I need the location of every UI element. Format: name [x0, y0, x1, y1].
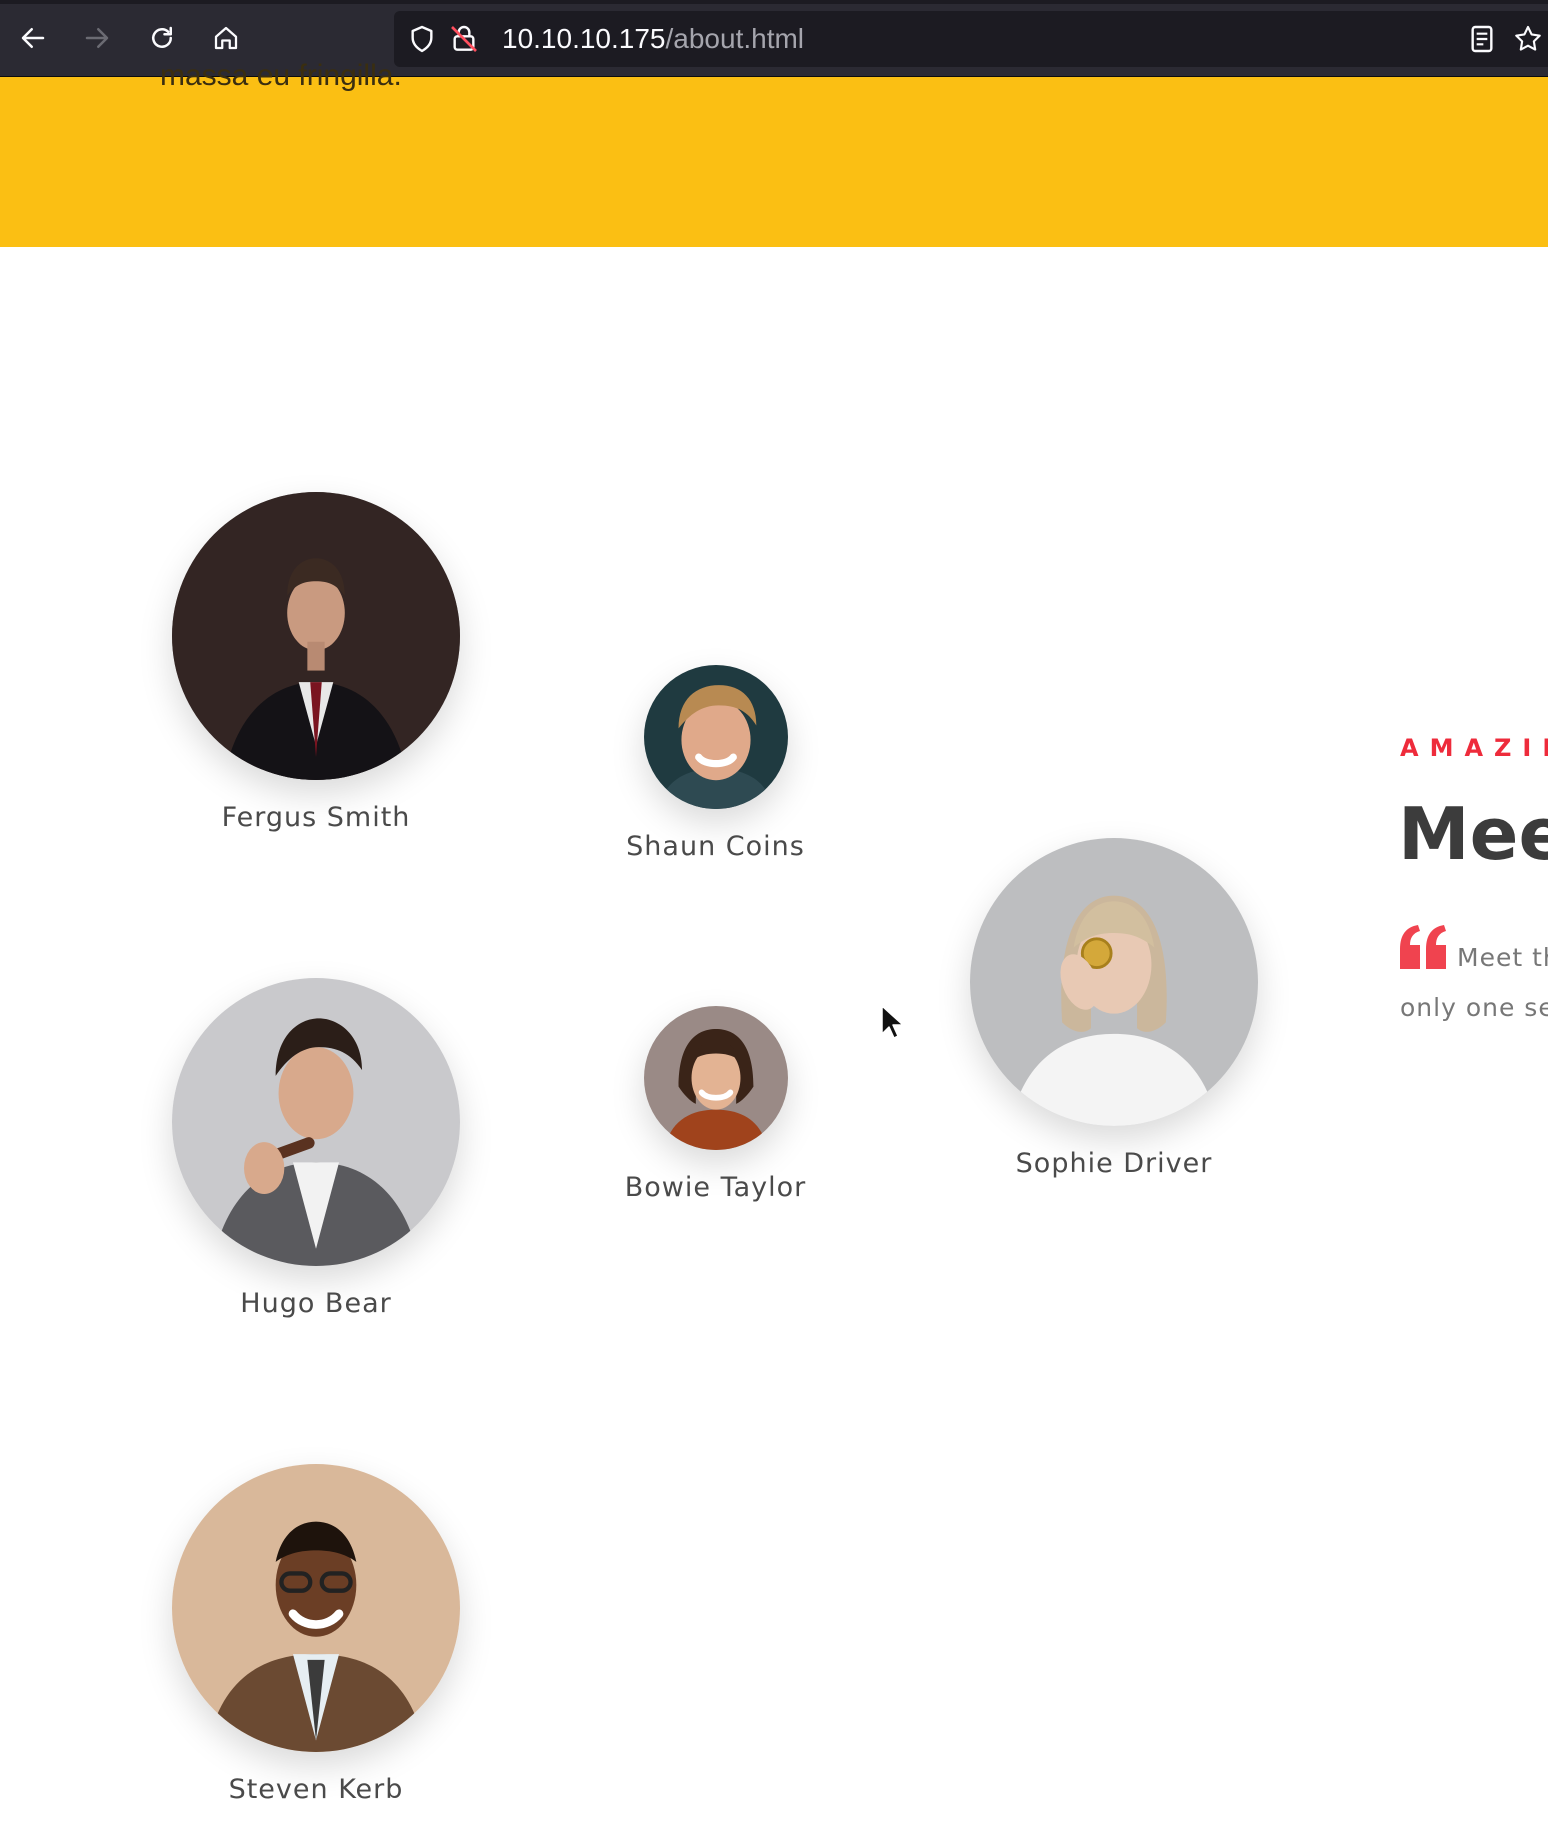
arrow-right-icon [85, 28, 109, 48]
team-member-shaun[interactable]: Shaun Coins [603, 665, 828, 862]
shield-icon[interactable] [406, 23, 438, 55]
team-member-sophie[interactable]: Sophie Driver [970, 838, 1258, 1179]
quote-text-line-1: Meet th [1457, 943, 1548, 972]
forward-button[interactable] [77, 18, 117, 58]
mouse-cursor-icon [881, 1005, 904, 1039]
reload-icon [152, 26, 172, 48]
url-text[interactable]: 10.10.10.175/about.html [502, 21, 804, 57]
team-member-steven[interactable]: Steven Kerb [172, 1464, 460, 1805]
avatar[interactable] [172, 1464, 460, 1752]
insecure-lock-icon[interactable] [448, 23, 480, 55]
team-member-bowie[interactable]: Bowie Taylor [603, 1006, 828, 1203]
url-bar[interactable]: 10.10.10.175/about.html [394, 11, 1548, 67]
arrow-left-icon [21, 28, 45, 48]
portrait-photo-icon [172, 978, 460, 1266]
reader-view-icon[interactable] [1466, 23, 1498, 55]
portrait-photo-icon [172, 492, 460, 780]
back-button[interactable] [13, 18, 53, 58]
avatar[interactable] [643, 665, 788, 809]
home-button[interactable] [206, 18, 246, 58]
member-name: Sophie Driver [1015, 1148, 1213, 1179]
quote-text-line-2: only one sec [1400, 993, 1548, 1022]
url-path: /about.html [665, 23, 805, 54]
avatar[interactable] [172, 978, 460, 1266]
member-name: Bowie Taylor [624, 1172, 807, 1203]
avatar[interactable] [172, 492, 460, 780]
member-name: Fergus Smith [221, 802, 411, 833]
portrait-photo-icon [970, 838, 1258, 1126]
section-headline: Meet [1398, 792, 1548, 876]
banner-text: massa eu fringilla. [160, 59, 402, 92]
portrait-photo-icon [172, 1464, 460, 1752]
member-name: Hugo Bear [240, 1288, 392, 1319]
reload-button[interactable] [142, 18, 182, 58]
bookmark-star-icon[interactable] [1512, 23, 1544, 55]
member-name: Shaun Coins [626, 831, 805, 862]
avatar[interactable] [970, 838, 1258, 1126]
home-icon [214, 26, 238, 50]
toolbar-top-strip [0, 0, 1548, 4]
team-member-fergus[interactable]: Fergus Smith [172, 492, 460, 833]
quote-icon [1400, 925, 1446, 969]
url-host: 10.10.10.175 [502, 23, 666, 54]
section-eyebrow: AMAZINC [1400, 734, 1548, 762]
team-member-hugo[interactable]: Hugo Bear [172, 978, 460, 1319]
member-name: Steven Kerb [228, 1774, 404, 1805]
portrait-photo-icon [643, 665, 788, 809]
yellow-banner: massa eu fringilla. [0, 59, 1548, 247]
portrait-photo-icon [643, 1006, 788, 1150]
avatar[interactable] [643, 1006, 788, 1150]
